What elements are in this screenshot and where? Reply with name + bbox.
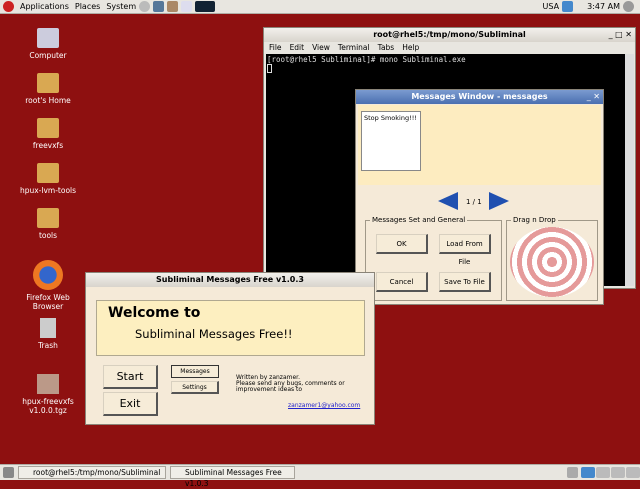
trash-applet-icon[interactable] bbox=[567, 467, 578, 478]
message-textbox[interactable]: Stop Smoking!!! bbox=[361, 111, 421, 171]
taskbar-item-terminal[interactable]: root@rhel5:/tmp/mono/Subliminal bbox=[18, 466, 166, 479]
icon-label: tools bbox=[38, 231, 58, 240]
icon-label: hpux-lvm-tools bbox=[19, 186, 77, 195]
menu-file[interactable]: File bbox=[269, 42, 282, 53]
editor-icon[interactable] bbox=[181, 1, 193, 12]
icon-label: Trash bbox=[38, 341, 58, 350]
desktop-icon-computer[interactable]: Computer bbox=[10, 28, 86, 60]
globe-icon[interactable] bbox=[153, 1, 165, 12]
menu-places[interactable]: Places bbox=[75, 2, 100, 11]
terminal-line: [root@rhel5 Subliminal]# mono Subliminal… bbox=[267, 55, 466, 64]
redhat-icon[interactable] bbox=[3, 1, 14, 12]
terminal-scrollbar[interactable] bbox=[625, 54, 634, 286]
folder-icon bbox=[37, 208, 59, 228]
main-titlebar[interactable]: Subliminal Messages Free v1.0.3 bbox=[86, 273, 374, 287]
icon-label: hpux-freevxfs v1.0.0.tgz bbox=[22, 397, 74, 415]
keyboard-layout[interactable]: USA bbox=[543, 2, 560, 11]
messages-titlebar[interactable]: Messages Window - messages _ ✕ bbox=[356, 90, 603, 104]
messages-button[interactable]: Messages bbox=[171, 365, 219, 378]
desktop-icon-freevxfs[interactable]: freevxfs bbox=[10, 118, 86, 150]
desktop-icon-hpux-lvm-tools[interactable]: hpux-lvm-tools bbox=[10, 163, 86, 195]
terminal-titlebar[interactable]: root@rhel5:/tmp/mono/Subliminal _ □ ✕ bbox=[264, 28, 635, 42]
ok-button[interactable]: OK bbox=[376, 234, 428, 254]
volume-icon[interactable] bbox=[623, 1, 634, 12]
next-arrow-icon[interactable] bbox=[489, 192, 509, 210]
home-folder-icon bbox=[37, 73, 59, 93]
desktop-icon-home[interactable]: root's Home bbox=[10, 73, 86, 105]
settings-button[interactable]: Settings bbox=[171, 381, 219, 394]
icon-label: root's Home bbox=[25, 96, 71, 105]
menu-view[interactable]: View bbox=[312, 42, 330, 53]
icon-label: Firefox Web Browser bbox=[26, 293, 70, 311]
desktop-icon-tgz[interactable]: hpux-freevxfs v1.0.0.tgz bbox=[10, 374, 86, 415]
load-from-file-button[interactable]: Load From File bbox=[439, 234, 491, 266]
window-title: Subliminal Messages Free v1.0.3 bbox=[156, 275, 304, 284]
email-link[interactable]: zanzamer1@yahoo.com bbox=[288, 402, 360, 409]
welcome-banner: Welcome to Subliminal Messages Free!! bbox=[96, 300, 365, 356]
mail-icon[interactable] bbox=[167, 1, 179, 12]
trash-icon bbox=[40, 318, 56, 338]
welcome-heading: Welcome to bbox=[108, 305, 201, 321]
terminal-menubar: File Edit View Terminal Tabs Help bbox=[264, 42, 635, 53]
system-monitor-icon[interactable] bbox=[195, 1, 216, 12]
workspace-1[interactable] bbox=[581, 467, 595, 478]
prev-arrow-icon[interactable] bbox=[438, 192, 458, 210]
window-controls[interactable]: _ ✕ bbox=[587, 90, 600, 104]
show-desktop-icon[interactable] bbox=[3, 467, 14, 478]
window-title: Messages Window - messages bbox=[411, 92, 548, 101]
bottom-panel: root@rhel5:/tmp/mono/Subliminal Sublimin… bbox=[0, 464, 640, 488]
computer-icon bbox=[37, 28, 59, 48]
start-button[interactable]: Start bbox=[103, 365, 158, 389]
window-controls[interactable]: _ □ ✕ bbox=[609, 28, 632, 42]
about-text: Written by zanzamer. Please send any bug… bbox=[236, 374, 345, 393]
messages-window: Messages Window - messages _ ✕ Stop Smoki… bbox=[355, 89, 604, 305]
menu-terminal[interactable]: Terminal bbox=[338, 42, 370, 53]
desktop-icon-firefox[interactable]: Firefox Web Browser bbox=[10, 260, 86, 311]
main-window: Subliminal Messages Free v1.0.3 Welcome … bbox=[85, 272, 375, 425]
workspace-4[interactable] bbox=[626, 467, 640, 478]
desktop-icon-trash[interactable]: Trash bbox=[10, 318, 86, 350]
top-panel: Applications Places System USA 3:47 AM bbox=[0, 0, 640, 14]
icon-label: freevxfs bbox=[32, 141, 64, 150]
page-indicator: 1 / 1 bbox=[466, 198, 482, 206]
desktop-icon-tools[interactable]: tools bbox=[10, 208, 86, 240]
menu-system[interactable]: System bbox=[106, 2, 136, 11]
cancel-button[interactable]: Cancel bbox=[376, 272, 428, 292]
task-label: root@rhel5:/tmp/mono/Subliminal bbox=[33, 468, 161, 477]
cursor bbox=[267, 64, 272, 73]
archive-icon bbox=[37, 374, 59, 394]
group-label: Messages Set and General bbox=[372, 216, 466, 224]
save-to-file-button[interactable]: Save To File bbox=[439, 272, 491, 292]
clock[interactable]: 3:47 AM bbox=[587, 2, 620, 11]
menu-help[interactable]: Help bbox=[402, 42, 419, 53]
exit-button[interactable]: Exit bbox=[103, 392, 158, 416]
workspace-3[interactable] bbox=[611, 467, 625, 478]
help-icon[interactable] bbox=[139, 1, 151, 12]
message-area: Stop Smoking!!! bbox=[358, 105, 601, 185]
folder-icon bbox=[37, 118, 59, 138]
taskbar-item-subliminal[interactable]: Subliminal Messages Free v1.0.3 bbox=[170, 466, 295, 488]
menu-applications[interactable]: Applications bbox=[20, 2, 69, 11]
group-label: Drag n Drop bbox=[513, 216, 556, 224]
window-title: root@rhel5:/tmp/mono/Subliminal bbox=[373, 30, 526, 39]
target-drop-icon[interactable] bbox=[510, 227, 594, 297]
task-label: Subliminal Messages Free v1.0.3 bbox=[185, 468, 282, 488]
app-name: Subliminal Messages Free!! bbox=[135, 327, 293, 341]
firefox-icon bbox=[33, 260, 63, 290]
menu-tabs[interactable]: Tabs bbox=[378, 42, 395, 53]
workspace-2[interactable] bbox=[596, 467, 610, 478]
menu-edit[interactable]: Edit bbox=[290, 42, 305, 53]
icon-label: Computer bbox=[29, 51, 67, 60]
network-icon[interactable] bbox=[562, 1, 574, 12]
folder-icon bbox=[37, 163, 59, 183]
